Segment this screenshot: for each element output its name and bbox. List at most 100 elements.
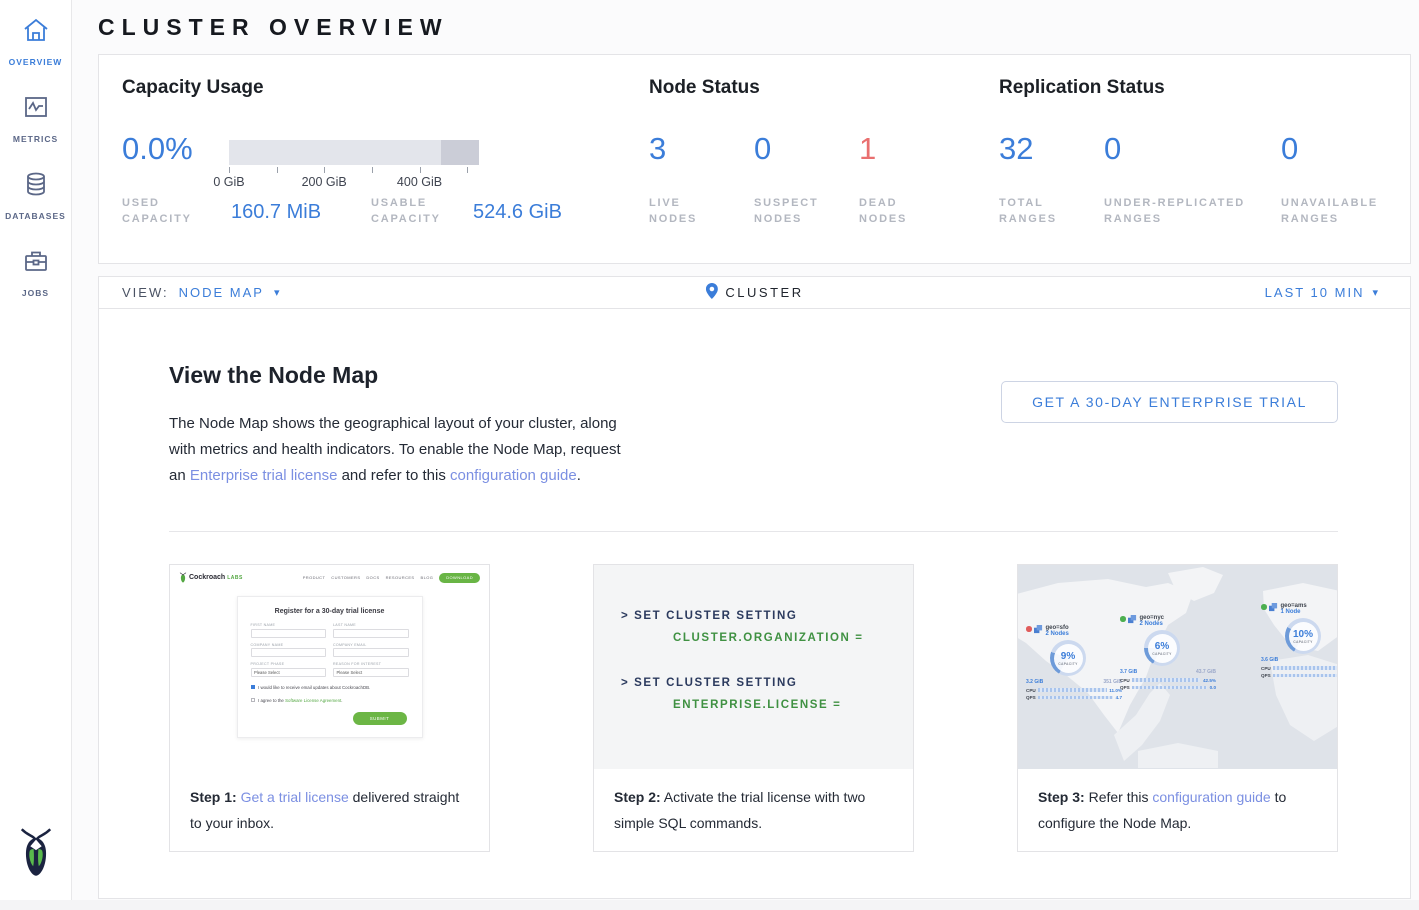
unavailable-ranges-label: UNAVAILABLE RANGES — [1281, 195, 1391, 227]
time-range-value: LAST 10 MIN — [1265, 285, 1365, 300]
axis-tick — [420, 167, 421, 173]
step3-caption: Step 3: Refer this configuration guide t… — [1018, 769, 1337, 851]
configuration-guide-link[interactable]: configuration guide — [450, 467, 577, 484]
qps-label: QPS — [1026, 695, 1036, 700]
capacity-donut: 10% CAPACITY — [1285, 618, 1321, 654]
sidebar-item-label: METRICS — [13, 134, 58, 144]
capacity-axis-ticks — [229, 167, 479, 175]
enterprise-trial-button[interactable]: GET A 30-DAY ENTERPRISE TRIAL — [1001, 381, 1338, 423]
form-fields: FIRST NAME LAST NAME COMPANY NAME — [251, 623, 409, 677]
used-capacity-label: USED CAPACITY — [122, 195, 210, 227]
sidebar-item-label: JOBS — [22, 288, 49, 298]
cluster-summary-panel: Capacity Usage 0.0% 0 GiB 200 GiB — [98, 54, 1411, 264]
capacity-bar-track — [229, 140, 479, 165]
time-range-dropdown[interactable]: LAST 10 MIN ▾ — [1265, 285, 1380, 300]
used-gib: 3.2 GiB — [1026, 679, 1043, 685]
map-pin-icon — [705, 283, 717, 302]
nodes-cube-icon — [1128, 615, 1137, 624]
view-label: VIEW: — [122, 285, 169, 300]
field-input — [251, 629, 327, 638]
node-count-label: 2 Nodes — [1046, 631, 1069, 637]
field-input — [333, 648, 409, 657]
field-label: PROJECT PHASE — [251, 662, 327, 666]
node-count-label: 2 Nodes — [1140, 621, 1165, 627]
used-gib: 3.7 GiB — [1120, 669, 1137, 675]
qps-label: QPS — [1120, 685, 1130, 690]
sidebar-item-label: OVERVIEW — [9, 57, 63, 67]
cpu-sparkline — [1132, 678, 1200, 682]
mini-site-header: Cockroach LABS PRODUCT CUSTOMERS DOCS RE… — [179, 572, 480, 583]
sidebar: OVERVIEW METRICS DATABASES — [0, 0, 72, 900]
capacity-percent: 9% — [1061, 651, 1075, 662]
sql-line: > SET CLUSTER SETTING — [621, 677, 913, 689]
checkbox-label: I agree to the Software License Agreemen… — [258, 698, 342, 703]
license-agreement-link: Software License Agreement — [285, 698, 341, 703]
capacity-used-percent: 0.0% — [122, 131, 193, 167]
capacity-percent: 10% — [1293, 629, 1313, 640]
trial-registration-form: Register for a 30-day trial license FIRS… — [237, 596, 423, 738]
sidebar-item-overview[interactable]: OVERVIEW — [0, 16, 72, 67]
field-label: FIRST NAME — [251, 623, 327, 627]
step1-caption: Step 1: Get a trial license delivered st… — [170, 769, 489, 851]
cockroachdb-logo-icon — [0, 826, 72, 878]
nav-item: PRODUCT — [303, 575, 326, 580]
nodes-cube-icon — [1034, 625, 1043, 634]
capacity-caption: CAPACITY — [1293, 640, 1312, 644]
section-divider — [169, 531, 1338, 532]
chevron-down-icon: ▾ — [1372, 286, 1380, 299]
sql-line-setting: ENTERPRISE.LICENSE = — [673, 699, 913, 711]
suspect-nodes-label: SUSPECT NODES — [754, 195, 834, 227]
form-field: LAST NAME — [333, 623, 409, 638]
chevron-down-icon: ▾ — [274, 286, 280, 299]
dead-nodes-label: DEAD NODES — [859, 195, 929, 227]
registration-page-thumbnail: Cockroach LABS PRODUCT CUSTOMERS DOCS RE… — [170, 565, 489, 769]
status-dot-green-icon — [1261, 604, 1267, 610]
sql-commands-thumbnail: > SET CLUSTER SETTING CLUSTER.ORGANIZATI… — [594, 565, 913, 769]
field-select: Please Select — [251, 668, 327, 677]
cpu-label: CPU — [1261, 666, 1271, 671]
form-field: PROJECT PHASE Please Select — [251, 662, 327, 677]
capacity-axis-labels: 0 GiB 200 GiB 400 GiB — [229, 175, 479, 190]
form-field: COMPANY EMAIL — [333, 643, 409, 658]
description-text: . — [577, 467, 581, 484]
qps-value: 4.7 — [1116, 695, 1122, 700]
view-bar: VIEW: NODE MAP ▾ CLUSTER LAST 10 MIN ▾ — [98, 276, 1411, 309]
sidebar-item-jobs[interactable]: JOBS — [0, 247, 72, 298]
field-label: COMPANY NAME — [251, 643, 327, 647]
node-status-title: Node Status — [649, 77, 760, 99]
capacity-caption: CAPACITY — [1058, 662, 1077, 666]
capacity-usage-title: Capacity Usage — [122, 77, 264, 99]
under-replicated-ranges-label: UNDER-REPLICATED RANGES — [1104, 195, 1264, 227]
axis-tick — [277, 167, 278, 173]
field-select: Please Select — [333, 668, 409, 677]
checkbox-checked-icon — [251, 685, 256, 690]
step2-card: > SET CLUSTER SETTING CLUSTER.ORGANIZATI… — [593, 564, 914, 852]
axis-label: 400 GiB — [397, 175, 442, 189]
capacity-donut: 9% CAPACITY — [1050, 640, 1086, 676]
usable-capacity-label: USABLE CAPACITY — [371, 195, 466, 227]
total-ranges-count: 32 — [999, 131, 1033, 167]
email-updates-checkbox-row: I would like to receive email updates ab… — [251, 685, 409, 690]
step-number: Step 1: — [190, 789, 237, 805]
mini-site-nav: PRODUCT CUSTOMERS DOCS RESOURCES BLOG DO… — [303, 573, 480, 583]
unavailable-ranges-count: 0 — [1281, 131, 1298, 167]
configuration-guide-link[interactable]: configuration guide — [1152, 789, 1270, 805]
license-agreement-checkbox-row: I agree to the Software License Agreemen… — [251, 698, 409, 703]
sidebar-item-metrics[interactable]: METRICS — [0, 93, 72, 144]
view-selector-dropdown[interactable]: VIEW: NODE MAP ▾ — [122, 285, 279, 300]
sidebar-item-databases[interactable]: DATABASES — [0, 170, 72, 221]
sidebar-item-label: DATABASES — [5, 211, 66, 221]
node-map-description: The Node Map shows the geographical layo… — [169, 411, 631, 489]
axis-tick — [229, 167, 230, 173]
enterprise-trial-license-link[interactable]: Enterprise trial license — [190, 467, 338, 484]
step3-card: geo=sfo 2 Nodes 9% CAPACITY — [1017, 564, 1338, 852]
node-map-thumbnail: geo=sfo 2 Nodes 9% CAPACITY — [1018, 565, 1337, 769]
get-trial-license-link[interactable]: Get a trial license — [241, 789, 349, 805]
status-dot-green-icon — [1120, 616, 1126, 622]
cpu-sparkline — [1038, 688, 1107, 692]
field-label: LAST NAME — [333, 623, 409, 627]
form-field: COMPANY NAME — [251, 643, 327, 658]
node-count-label: 1 Node — [1281, 609, 1307, 615]
metrics-chart-icon — [22, 93, 50, 126]
nodes-cube-icon — [1269, 603, 1278, 612]
